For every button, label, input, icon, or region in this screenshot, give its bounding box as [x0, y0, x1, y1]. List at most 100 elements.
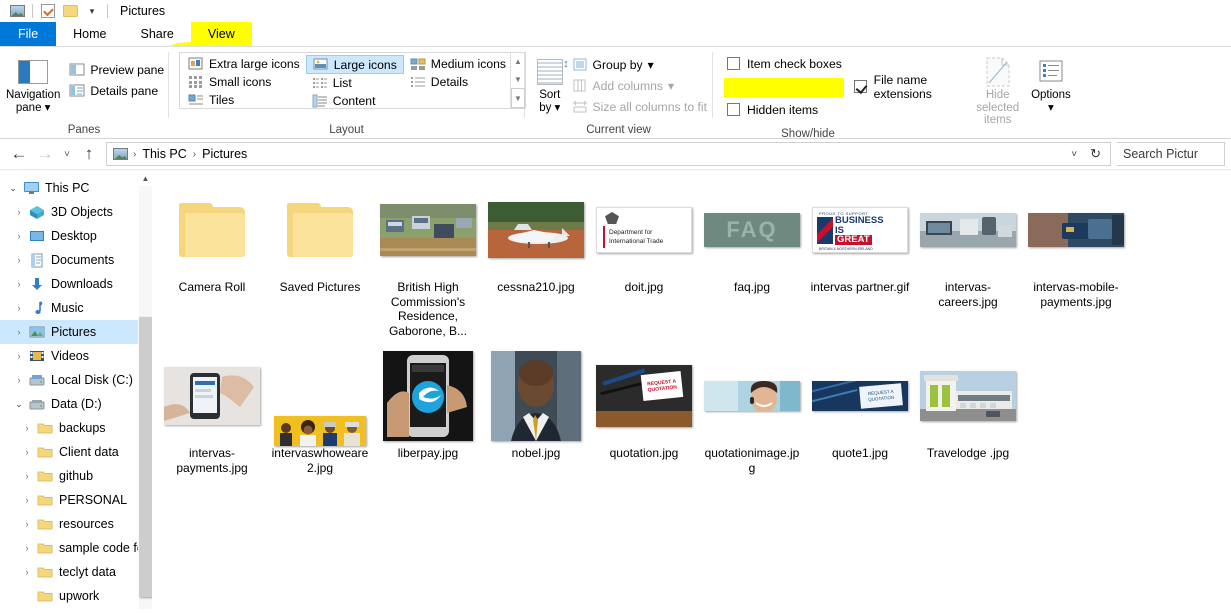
file-item[interactable]: intervas-payments.jpg	[158, 346, 266, 475]
breadcrumb-pictures[interactable]: Pictures	[199, 147, 250, 161]
file-item[interactable]: Department for International Trade doit.…	[590, 180, 698, 338]
chevron-down-icon[interactable]: ▾	[81, 1, 103, 21]
file-item[interactable]: quotationimage.jpg	[698, 346, 806, 475]
sidebar-item-3d-objects[interactable]: › 3D Objects	[0, 200, 138, 224]
back-button[interactable]: ←	[6, 141, 32, 167]
sidebar-item-pictures[interactable]: › Pictures	[0, 320, 138, 344]
group-by-button[interactable]: Group by ▾	[567, 55, 712, 74]
sidebar-item-upwork[interactable]: upwork	[0, 584, 138, 608]
checkbox-icon[interactable]	[37, 1, 59, 21]
layout-option-large-icons[interactable]: Large icons	[305, 55, 404, 74]
checkbox-icon[interactable]	[727, 103, 740, 116]
chevron-right-icon[interactable]: ›	[10, 207, 28, 217]
file-item[interactable]: nobel.jpg	[482, 346, 590, 475]
folder-icon[interactable]	[59, 1, 81, 21]
up-button[interactable]: ↑	[76, 141, 102, 167]
tab-home[interactable]: Home	[56, 22, 123, 46]
gallery-expand-icon[interactable]: ▼	[511, 88, 525, 109]
file-item[interactable]: FAQ faq.jpg	[698, 180, 806, 338]
options-button[interactable]: Options ▾	[1031, 52, 1071, 114]
sidebar-item-github[interactable]: › github	[0, 464, 138, 488]
address-dropdown-icon[interactable]: ˅	[1066, 149, 1082, 160]
chevron-right-icon[interactable]: ›	[10, 279, 28, 289]
file-item[interactable]: Saved Pictures	[266, 180, 374, 338]
chevron-right-icon[interactable]: ›	[10, 231, 28, 241]
size-all-columns-button[interactable]: Size all columns to fit	[567, 97, 712, 116]
file-item[interactable]: REQUEST A QUOTATION quotation.jpg	[590, 346, 698, 475]
chevron-down-icon[interactable]: ⌄	[4, 183, 22, 194]
layout-gallery-scrollbar[interactable]: ▲ ▼ ▼	[510, 53, 525, 109]
add-columns-button[interactable]: Add columns ▾	[567, 76, 712, 95]
file-item[interactable]: liberpay.jpg	[374, 346, 482, 475]
tab-share[interactable]: Share	[124, 22, 191, 46]
chevron-right-icon[interactable]: ›	[18, 543, 36, 553]
chevron-right-icon[interactable]: ›	[18, 519, 36, 529]
file-item[interactable]: British High Commission's Residence, Gab…	[374, 180, 482, 338]
recent-locations-button[interactable]: ˅	[58, 141, 76, 167]
chevron-right-icon[interactable]: ›	[18, 423, 36, 433]
file-item[interactable]: intervas-mobile-payments.jpg	[1022, 180, 1130, 338]
refresh-icon[interactable]: ↻	[1085, 146, 1106, 162]
chevron-right-icon[interactable]: ›	[18, 567, 36, 577]
pictures-icon[interactable]	[113, 148, 128, 160]
sidebar-item-resources[interactable]: › resources	[0, 512, 138, 536]
pictures-icon[interactable]	[6, 1, 28, 21]
sidebar-item-videos[interactable]: › Videos	[0, 344, 138, 368]
sidebar-item-downloads[interactable]: › Downloads	[0, 272, 138, 296]
file-item[interactable]: cessna210.jpg	[482, 180, 590, 338]
sidebar-item-personal[interactable]: › PERSONAL	[0, 488, 138, 512]
layout-option-content[interactable]: Content	[306, 92, 404, 110]
chevron-down-icon[interactable]: ⌄	[10, 399, 28, 410]
navigation-pane-scrollbar[interactable]: ▲	[138, 170, 153, 609]
checkbox-icon[interactable]	[853, 80, 867, 93]
chevron-right-icon[interactable]: ›	[18, 495, 36, 505]
scroll-up-icon[interactable]: ▲	[511, 53, 525, 71]
breadcrumb-this-pc[interactable]: This PC	[139, 147, 189, 161]
tab-view[interactable]: View	[190, 22, 252, 46]
chevron-right-icon[interactable]: ›	[18, 471, 36, 481]
sidebar-item-sample-code[interactable]: › sample code fo	[0, 536, 139, 560]
preview-pane-button[interactable]: Preview pane	[64, 60, 169, 79]
item-check-boxes-checkbox[interactable]: Item check boxes	[723, 53, 968, 74]
file-item[interactable]: Camera Roll	[158, 180, 266, 338]
sort-by-button[interactable]: ↕ Sort by ▾	[533, 52, 569, 114]
tab-file[interactable]: File	[0, 22, 57, 46]
sidebar-item-backups[interactable]: › backups	[0, 416, 138, 440]
sidebar-item-desktop[interactable]: › Desktop	[0, 224, 138, 248]
hidden-items-checkbox[interactable]: Hidden items	[723, 99, 968, 120]
scroll-up-icon[interactable]: ▲	[139, 170, 152, 186]
details-pane-button[interactable]: Details pane	[64, 81, 169, 100]
sidebar-item-this-pc[interactable]: ⌄ This PC	[0, 176, 138, 200]
sidebar-item-client-data[interactable]: › Client data	[0, 440, 138, 464]
sidebar-item-documents[interactable]: › Documents	[0, 248, 138, 272]
search-input[interactable]: Search Pictur	[1117, 142, 1225, 166]
navigation-pane-button[interactable]: Navigation pane ▾	[6, 52, 60, 114]
layout-option-extra-large-icons[interactable]: Extra large icons	[182, 55, 306, 73]
chevron-right-icon[interactable]: ›	[10, 327, 28, 337]
file-item[interactable]: intervaswhoweare2.jpg	[266, 346, 374, 475]
chevron-right-icon[interactable]: ›	[10, 303, 28, 313]
file-item[interactable]: intervas-careers.jpg	[914, 180, 1022, 338]
layout-option-medium-icons[interactable]: Medium icons	[404, 55, 512, 73]
layout-option-small-icons[interactable]: Small icons	[182, 73, 306, 91]
file-item[interactable]: Travelodge .jpg	[914, 346, 1022, 475]
layout-option-details[interactable]: Details	[404, 73, 512, 91]
layout-option-tiles[interactable]: Tiles	[182, 91, 306, 109]
chevron-right-icon[interactable]: ›	[10, 375, 28, 385]
file-name-extensions-checkbox[interactable]: File name extensions	[723, 73, 968, 101]
layout-option-list[interactable]: List	[306, 74, 404, 92]
sidebar-item-teclyt-data[interactable]: › teclyt data	[0, 560, 138, 584]
file-item[interactable]: REQUEST A QUOTATION quote1.jpg	[806, 346, 914, 475]
file-item[interactable]: PROUD TO SUPPORT BUSINESS IS GREAT BRITA…	[806, 180, 914, 338]
chevron-right-icon[interactable]: ›	[10, 255, 28, 265]
sidebar-item-music[interactable]: › Music	[0, 296, 138, 320]
chevron-right-icon[interactable]: ›	[10, 351, 28, 361]
checkbox-icon[interactable]	[727, 57, 740, 70]
sidebar-item-local-disk-c[interactable]: › Local Disk (C:)	[0, 368, 138, 392]
scroll-down-icon[interactable]: ▼	[511, 71, 525, 89]
forward-button[interactable]: →	[32, 141, 58, 167]
breadcrumb[interactable]: › This PC › Pictures ˅ ↻	[106, 142, 1111, 166]
sidebar-item-data-d[interactable]: ⌄ Data (D:)	[0, 392, 138, 416]
chevron-right-icon[interactable]: ›	[18, 447, 36, 457]
hide-selected-items-button[interactable]: Hide selected items	[976, 52, 1019, 127]
